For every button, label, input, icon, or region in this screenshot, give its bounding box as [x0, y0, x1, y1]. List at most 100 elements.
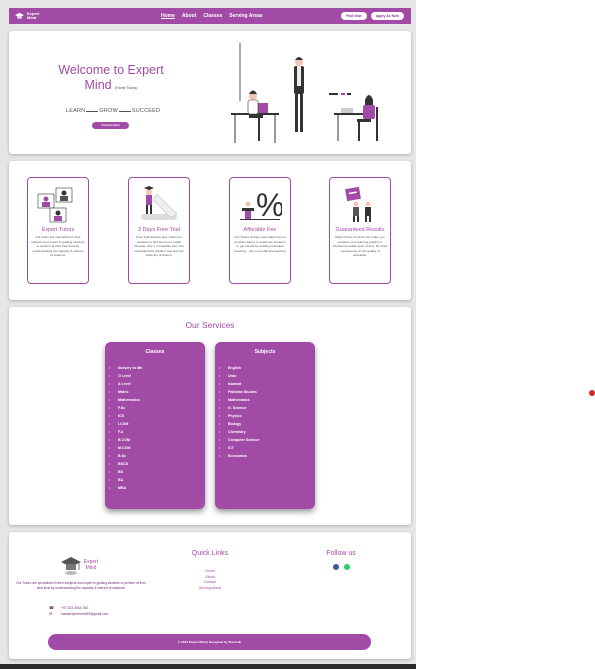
list-item: F.Sc	[109, 404, 205, 412]
phone-icon: ☎	[49, 605, 54, 610]
list-item: Mathematics	[219, 396, 315, 404]
quick-links-list: Home About Contact Serving Areas	[159, 569, 261, 591]
list-item: Computer Science	[219, 436, 315, 444]
percent-illustration: %	[240, 187, 282, 223]
facebook-icon[interactable]	[332, 564, 339, 570]
list-item: I.COM	[109, 420, 205, 428]
feature-card-affordable-fee: % Afforable Fee Our Tutors charge reason…	[229, 177, 291, 284]
feature-title: 2 Days Free Trial	[138, 227, 180, 233]
whatsapp-icon[interactable]	[343, 564, 350, 570]
feature-card-free-trial: 2 Days Free Trial Free Trail Classes giv…	[128, 177, 190, 284]
footer-email[interactable]: ✉ hacabexpertmind99@gmail.com	[49, 611, 108, 616]
footer-brand: Expert Mind	[83, 559, 99, 571]
list-item: BSCS	[109, 460, 205, 468]
feature-title: Expert Tutors	[41, 227, 75, 233]
hero-title-text: Welcome to Expert Mind	[58, 63, 164, 92]
brand-name: Expert Mind	[27, 11, 40, 20]
feature-text: Our tutors are specialized in their subj…	[31, 235, 85, 258]
tagline-divider	[118, 110, 131, 112]
brand[interactable]: Expert Mind	[15, 12, 45, 21]
footer-description: Our Tutors are specialized in their subj…	[16, 581, 146, 590]
top-navbar: Expert Mind Home About Classes Serving A…	[9, 8, 411, 24]
services-title: Our Services	[185, 320, 235, 330]
graduation-illustration	[141, 186, 178, 220]
apply-now-button[interactable]: Apply As Now	[370, 12, 404, 20]
list-item: ICS	[109, 412, 205, 420]
tagline-grow: GROW	[99, 108, 118, 114]
list-item: Pakistan Studies	[219, 388, 315, 396]
list-item: BS	[109, 468, 205, 476]
feature-title: Afforable Fee	[243, 227, 277, 233]
window-bottom-bar	[0, 664, 416, 669]
email-text: hacabexpertmind99@gmail.com	[61, 611, 109, 616]
list-item: F.A	[109, 428, 205, 436]
cursor-dot	[589, 390, 595, 396]
list-item: O Level	[109, 372, 205, 380]
svg-text:%: %	[256, 187, 282, 223]
feature-text: Right choice of tutors can make you enha…	[333, 235, 387, 258]
classes-box: Classes Nursery to 8thO LevelA LevelMatr…	[105, 342, 205, 509]
nav-buttons: Find Now Apply As Now	[340, 12, 404, 20]
list-item: M.COM	[109, 444, 205, 452]
footer-section: Expert Mind Our Tutors are specialized i…	[9, 532, 411, 659]
feature-card-guaranteed-results: Guaranteed Results Right choice of tutor…	[329, 177, 391, 284]
feature-text: Free Trail Classes give chance to studen…	[134, 235, 184, 258]
video-call-illustration	[37, 187, 73, 223]
quick-link-serving-areas[interactable]: Serving Areas	[159, 586, 261, 592]
contact-now-button[interactable]: Contact Now	[92, 122, 129, 129]
list-item: Urdu	[219, 372, 315, 380]
feature-card-expert-tutors: Expert Tutors Our tutors are specialized…	[27, 177, 89, 284]
features-section: Expert Tutors Our tutors are specialized…	[9, 161, 411, 300]
tagline-succeed: SUCCEED	[131, 108, 161, 114]
list-item: Islamiat	[219, 380, 315, 388]
quick-links: Quick Links Home About Contact Serving A…	[159, 550, 261, 591]
list-item: B.COM	[109, 436, 205, 444]
classes-heading: Classes	[145, 349, 165, 355]
list-item: English	[219, 364, 315, 372]
list-item: Nursery to 8th	[109, 364, 205, 372]
graduation-cap-logo-icon	[61, 557, 81, 575]
nav-serving-areas[interactable]: Serving Areas	[229, 13, 262, 19]
hero-title: Welcome to Expert Mind (Home Tutors)	[57, 63, 165, 96]
list-item: G. Science	[219, 404, 315, 412]
nav-links: Home About Classes Serving Areas	[161, 13, 263, 19]
find-now-button[interactable]: Find Now	[340, 12, 367, 20]
graduation-cap-icon	[15, 12, 24, 19]
list-item: Economics	[219, 452, 315, 460]
results-illustration	[345, 186, 371, 222]
services-section: Our Services Classes Nursery to 8thO Lev…	[9, 307, 411, 525]
list-item: Biology	[219, 420, 315, 428]
tagline-learn: LEARN	[66, 108, 86, 114]
follow-us: Follow us	[302, 550, 380, 570]
list-item: MBA	[109, 484, 205, 492]
list-item: Chemistry	[219, 428, 315, 436]
tutoring-illustration	[231, 43, 378, 143]
hero-subtitle: (Home Tutors)	[115, 86, 138, 90]
subjects-list: EnglishUrduIslamiatPakistan StudiesMathe…	[215, 364, 315, 460]
envelope-icon: ✉	[49, 611, 53, 616]
classes-list: Nursery to 8thO LevelA LevelMatricMathem…	[105, 364, 205, 492]
list-item: Mathematics	[109, 396, 205, 404]
list-item: A Level	[109, 380, 205, 388]
subjects-heading: Subjects	[254, 349, 276, 355]
subjects-box: Subjects EnglishUrduIslamiatPakistan Stu…	[215, 342, 315, 509]
social-icons	[302, 564, 380, 570]
list-item: ICT	[219, 444, 315, 452]
hero-tagline: LEARN GROW SUCCEED	[66, 108, 160, 114]
list-item: B.Sc	[109, 452, 205, 460]
phone-text: +97 323-3044-780	[61, 605, 89, 610]
hero-section: Welcome to Expert Mind (Home Tutors) LEA…	[9, 31, 411, 154]
nav-classes[interactable]: Classes	[203, 13, 222, 19]
nav-home[interactable]: Home	[161, 13, 175, 19]
nav-about[interactable]: About	[182, 13, 196, 19]
footer-phone[interactable]: ☎ +97 323-3044-780	[49, 605, 88, 610]
copyright-bar: © 2024 Expert Mind | Designed by Slash.d…	[48, 634, 371, 650]
tagline-divider	[86, 110, 99, 112]
feature-title: Guaranteed Results	[335, 227, 385, 233]
list-item: Physics	[219, 412, 315, 420]
list-item: Matric	[109, 388, 205, 396]
list-item: BA	[109, 476, 205, 484]
follow-us-title: Follow us	[326, 550, 356, 557]
quick-links-title: Quick Links	[191, 550, 229, 557]
feature-text: Our Tutors charge reasonable fees to pro…	[233, 235, 287, 253]
